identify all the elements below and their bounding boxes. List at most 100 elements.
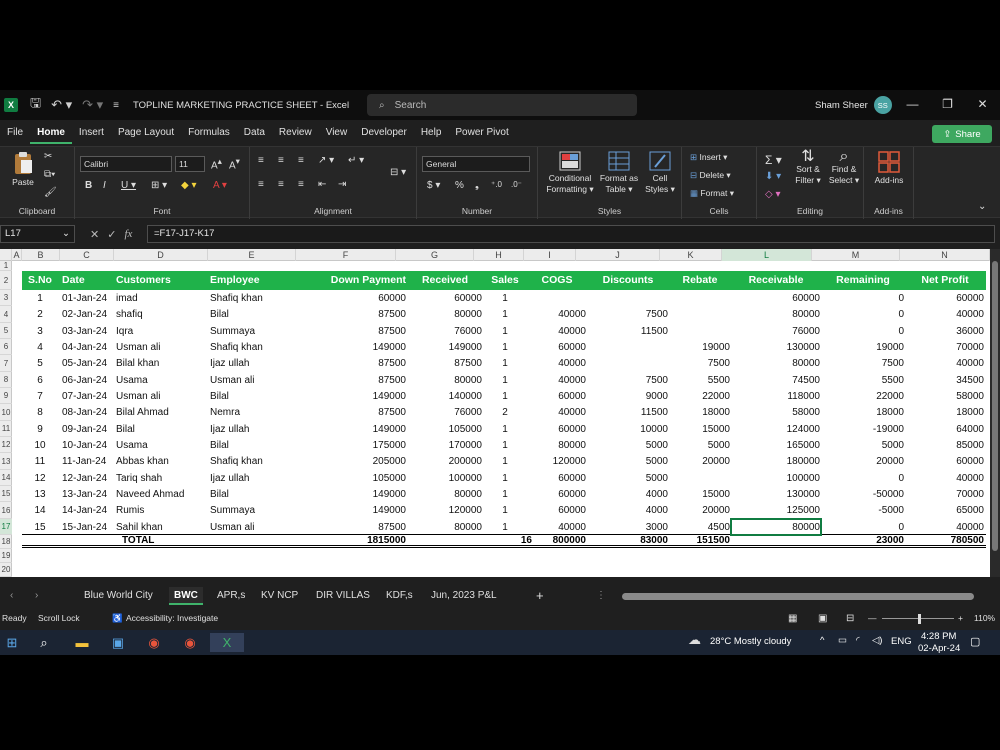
table-cell[interactable]: 5000 xyxy=(822,438,904,454)
table-cell[interactable]: 60000 xyxy=(528,503,586,519)
table-cell[interactable] xyxy=(588,340,668,356)
total-remaining[interactable]: 23000 xyxy=(822,535,904,547)
sheet-tab-kv-ncp[interactable]: KV NCP xyxy=(261,587,298,605)
store-icon[interactable]: ▣ xyxy=(108,633,128,652)
table-cell[interactable]: Shafiq khan xyxy=(210,340,298,356)
table-cell[interactable]: 7500 xyxy=(670,356,730,372)
table-cell[interactable]: shafiq xyxy=(116,307,208,323)
table-cell[interactable]: 87500 xyxy=(298,324,406,340)
table-cell[interactable]: 118000 xyxy=(732,389,820,405)
table-cell[interactable]: Ijaz ullah xyxy=(210,356,298,372)
clock-time[interactable]: 4:28 PM xyxy=(921,631,956,642)
table-cell[interactable]: Shafiq khan xyxy=(210,454,298,470)
sheet-tab-dir-villas[interactable]: DIR VILLAS xyxy=(316,587,370,605)
taskbar-search-icon[interactable]: ⌕ xyxy=(34,633,54,652)
tab-data[interactable]: Data xyxy=(237,122,272,144)
table-cell[interactable]: 4000 xyxy=(588,503,668,519)
volume-icon[interactable]: ◁) xyxy=(872,635,882,646)
table-cell[interactable]: 05-Jan-24 xyxy=(62,356,114,372)
table-cell[interactable]: 1 xyxy=(24,291,56,307)
zoom-out-icon[interactable]: — xyxy=(868,613,877,623)
next-sheet-icon[interactable]: › xyxy=(35,587,38,605)
row-header[interactable]: 7 xyxy=(0,355,12,372)
table-cell[interactable]: 1 xyxy=(484,422,526,438)
table-cell[interactable]: 11500 xyxy=(588,324,668,340)
row-header[interactable]: 12 xyxy=(0,437,12,453)
total-sales[interactable]: 16 xyxy=(484,535,532,547)
share-button[interactable]: ⇪ Share xyxy=(932,125,992,143)
weather-text[interactable]: 28°C Mostly cloudy xyxy=(710,636,791,647)
table-cell[interactable]: 60000 xyxy=(528,471,586,487)
table-cell[interactable]: 08-Jan-24 xyxy=(62,405,114,421)
column-header[interactable]: G xyxy=(396,249,474,261)
total-cogs[interactable]: 800000 xyxy=(528,535,586,547)
row-header[interactable]: 2 xyxy=(0,271,12,290)
table-cell[interactable]: 80000 xyxy=(408,487,482,503)
table-cell[interactable]: 87500 xyxy=(298,405,406,421)
decrease-font-icon[interactable]: A▾ xyxy=(229,156,240,171)
table-cell[interactable]: Usama xyxy=(116,373,208,389)
table-cell[interactable]: 5000 xyxy=(588,471,668,487)
table-cell[interactable]: 205000 xyxy=(298,454,406,470)
align-center-icon[interactable]: ≡ xyxy=(278,179,284,190)
table-cell[interactable]: -5000 xyxy=(822,503,904,519)
table-cell[interactable]: 10 xyxy=(24,438,56,454)
table-cell[interactable]: 0 xyxy=(822,307,904,323)
table-cell[interactable]: 149000 xyxy=(298,389,406,405)
table-cell[interactable]: 58000 xyxy=(906,389,984,405)
table-cell[interactable]: 5500 xyxy=(670,373,730,389)
table-cell[interactable]: Abbas khan xyxy=(116,454,208,470)
sheet-tab-kdfs[interactable]: KDF,s xyxy=(386,587,413,605)
align-right-icon[interactable]: ≡ xyxy=(298,179,304,190)
table-cell[interactable]: Shafiq khan xyxy=(210,291,298,307)
sheet-tab-aprs[interactable]: APR,s xyxy=(217,587,245,605)
align-top-icon[interactable]: ≡ xyxy=(258,155,264,166)
table-cell[interactable]: 149000 xyxy=(408,340,482,356)
horizontal-scrollbar[interactable] xyxy=(622,593,974,600)
row-header[interactable]: 14 xyxy=(0,470,12,486)
table-cell[interactable]: 60000 xyxy=(528,340,586,356)
table-cell[interactable]: 120000 xyxy=(528,454,586,470)
table-cell[interactable]: 2 xyxy=(24,307,56,323)
table-cell[interactable]: 18000 xyxy=(906,405,984,421)
decrease-indent-icon[interactable]: ⇤ xyxy=(318,179,326,190)
table-cell[interactable]: 40000 xyxy=(528,405,586,421)
table-cell[interactable]: Bilal xyxy=(210,487,298,503)
table-cell[interactable]: 70000 xyxy=(906,340,984,356)
row-header[interactable]: 17 xyxy=(0,519,12,535)
table-cell[interactable]: Nemra xyxy=(210,405,298,421)
table-cell[interactable]: 60000 xyxy=(298,291,406,307)
table-cell[interactable]: 60000 xyxy=(906,291,984,307)
autosum-icon[interactable]: Σ ▾ xyxy=(765,153,782,167)
table-cell[interactable]: 06-Jan-24 xyxy=(62,373,114,389)
column-header[interactable]: L xyxy=(722,249,812,261)
table-cell[interactable]: Iqra xyxy=(116,324,208,340)
vertical-scrollbar[interactable] xyxy=(990,249,1000,577)
table-cell[interactable]: 124000 xyxy=(732,422,820,438)
table-cell[interactable]: Usman ali xyxy=(210,373,298,389)
table-header-cell[interactable]: Discounts xyxy=(588,271,668,290)
table-cell[interactable]: 40000 xyxy=(906,356,984,372)
page-layout-view-icon[interactable]: ▣ xyxy=(818,613,827,624)
column-header[interactable]: E xyxy=(208,249,296,261)
vertical-scroll-thumb[interactable] xyxy=(992,261,998,551)
table-cell[interactable]: 13 xyxy=(24,487,56,503)
table-cell[interactable]: 3 xyxy=(24,324,56,340)
table-cell[interactable]: 1 xyxy=(484,487,526,503)
table-cell[interactable]: 9000 xyxy=(588,389,668,405)
table-cell[interactable]: 12-Jan-24 xyxy=(62,471,114,487)
worksheet-grid[interactable]: ABCDEFGHIJKLMN 1 2 3 4 5 6 7 8 9 10 11 12 13 14 15 16 17… xyxy=(0,249,990,577)
percent-icon[interactable]: % xyxy=(455,180,464,191)
table-cell[interactable]: Usman ali xyxy=(116,340,208,356)
fill-icon[interactable]: ⬇ ▾ xyxy=(765,171,781,182)
zoom-in-icon[interactable]: + xyxy=(958,613,963,623)
comma-icon[interactable]: ❟ xyxy=(475,180,479,191)
table-cell[interactable]: 58000 xyxy=(732,405,820,421)
table-cell[interactable]: Rumis xyxy=(116,503,208,519)
table-header-cell[interactable]: Down Payment xyxy=(298,271,406,290)
insert-function-icon[interactable]: fx xyxy=(124,228,132,240)
table-cell[interactable]: 130000 xyxy=(732,487,820,503)
table-cell[interactable]: 1 xyxy=(484,438,526,454)
column-header[interactable]: A xyxy=(12,249,22,261)
column-header[interactable]: J xyxy=(576,249,660,261)
